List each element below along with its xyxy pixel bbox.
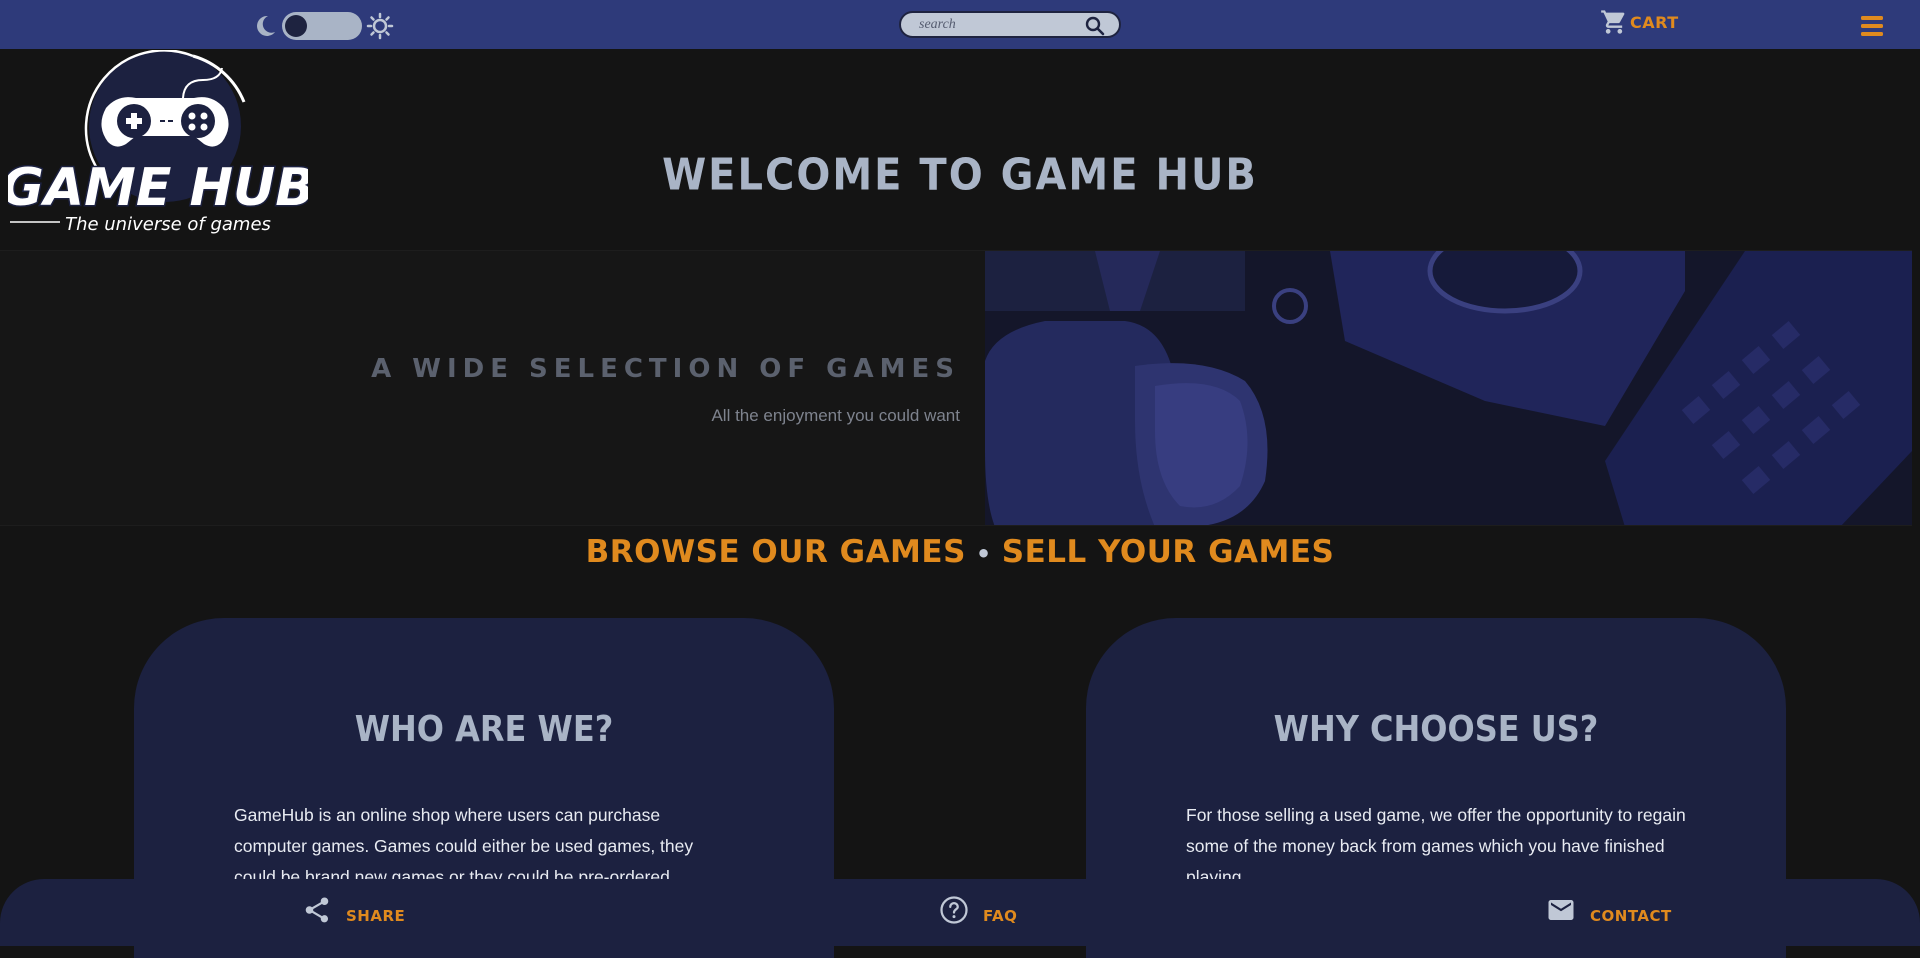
sell-games-link[interactable]: SELL YOUR GAMES: [1002, 534, 1335, 570]
theme-switch[interactable]: [282, 12, 362, 40]
hero-subtitle: All the enjoyment you could want: [711, 406, 960, 425]
gaming-gear-image: [985, 251, 1912, 525]
logo-tagline: The universe of games: [65, 214, 271, 235]
faq-link[interactable]: FAQ: [939, 895, 1017, 925]
footer-bar: SHARE FAQ CONTACT: [0, 879, 1920, 946]
moon-icon: [257, 15, 275, 36]
cart-label: CART: [1630, 13, 1679, 32]
link-separator: •: [975, 539, 992, 568]
cart-link[interactable]: CART: [1600, 8, 1679, 36]
search-bar: [899, 11, 1121, 38]
help-icon: [940, 896, 968, 924]
share-label: SHARE: [346, 907, 406, 925]
card-title: WHO ARE WE?: [354, 708, 614, 750]
search-input[interactable]: [901, 16, 1071, 33]
mail-icon: [1548, 900, 1574, 920]
switch-knob: [285, 15, 307, 37]
faq-label: FAQ: [983, 907, 1018, 925]
contact-label: CONTACT: [1590, 907, 1672, 925]
game-hub-logo[interactable]: GAME HUB The universe of games: [8, 50, 308, 240]
browse-sell-links: BROWSE OUR GAMES • SELL YOUR GAMES: [0, 534, 1920, 570]
hamburger-menu-icon[interactable]: [1860, 14, 1884, 38]
sun-icon: [366, 12, 394, 40]
cart-icon: [1601, 10, 1625, 34]
contact-link[interactable]: CONTACT: [1546, 895, 1672, 925]
page-title: WELCOME TO GAME HUB: [662, 149, 1258, 201]
hero-banner: A WIDE SELECTION OF GAMES All the enjoym…: [0, 250, 1912, 526]
share-icon: [305, 897, 329, 923]
theme-toggle[interactable]: [252, 12, 394, 40]
top-navbar: CART: [0, 0, 1920, 49]
browse-games-link[interactable]: BROWSE OUR GAMES: [586, 534, 966, 570]
hero-title: A WIDE SELECTION OF GAMES: [371, 354, 960, 384]
search-icon[interactable]: [1085, 16, 1105, 36]
share-link[interactable]: SHARE: [302, 895, 405, 925]
card-title: WHY CHOOSE US?: [1273, 708, 1599, 750]
